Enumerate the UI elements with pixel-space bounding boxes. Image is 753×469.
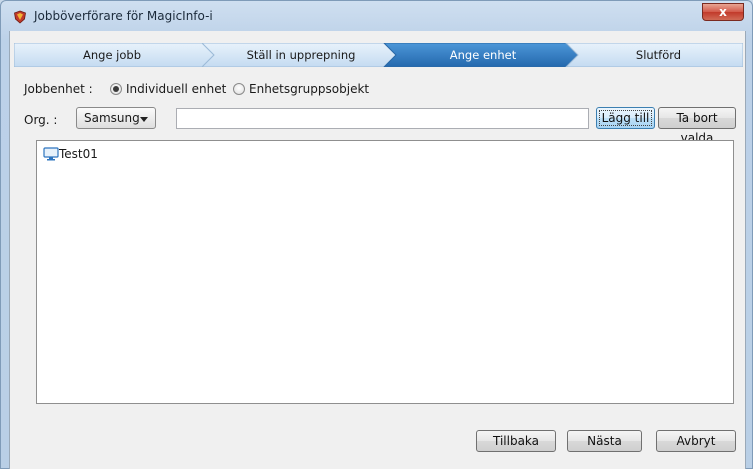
remove-selected-button[interactable]: Ta bort valda [658,107,736,145]
org-selected-value: Samsung [84,111,140,125]
org-dropdown[interactable]: Samsung [76,107,156,129]
add-button[interactable]: Lägg till [596,107,655,129]
magicinfo-shield-icon [14,10,26,24]
chevron-down-icon [140,117,148,122]
window-title: Jobböverförare för MagicInfo-i [34,9,213,23]
monitor-icon [43,147,59,161]
next-button[interactable]: Nästa [567,430,642,452]
device-list[interactable]: Test01 [36,140,734,404]
step-ange-enhet: Ange enhet [449,48,517,62]
title-bar: Jobböverförare för MagicInfo-i x [1,1,752,31]
radio-individual-device-label[interactable]: Individuell enhet [126,79,226,99]
device-name: Test01 [59,147,98,161]
step-slutford: Slutförd [635,48,682,62]
close-button[interactable]: x [702,3,744,21]
step-stall-in-upprepning: Ställ in upprepning [246,48,356,62]
org-label: Org. : [24,113,58,127]
radio-device-group-label[interactable]: Enhetsgruppsobjekt [249,79,369,99]
step-ange-jobb: Ange jobb [82,48,142,62]
job-unit-label: Jobbenhet : [24,82,93,96]
back-button[interactable]: Tillbaka [476,430,556,452]
cancel-button[interactable]: Avbryt [656,430,736,452]
wizard-step-bar: Ange jobb Ställ in upprepning Ange enhet… [14,43,743,67]
app-window: Jobböverförare för MagicInfo-i x Ange jo… [0,0,753,469]
device-search-input[interactable] [176,108,589,129]
wizard-content: Ange jobb Ställ in upprepning Ange enhet… [9,31,746,469]
radio-individual-device[interactable] [110,83,122,95]
radio-device-group[interactable] [233,83,245,95]
